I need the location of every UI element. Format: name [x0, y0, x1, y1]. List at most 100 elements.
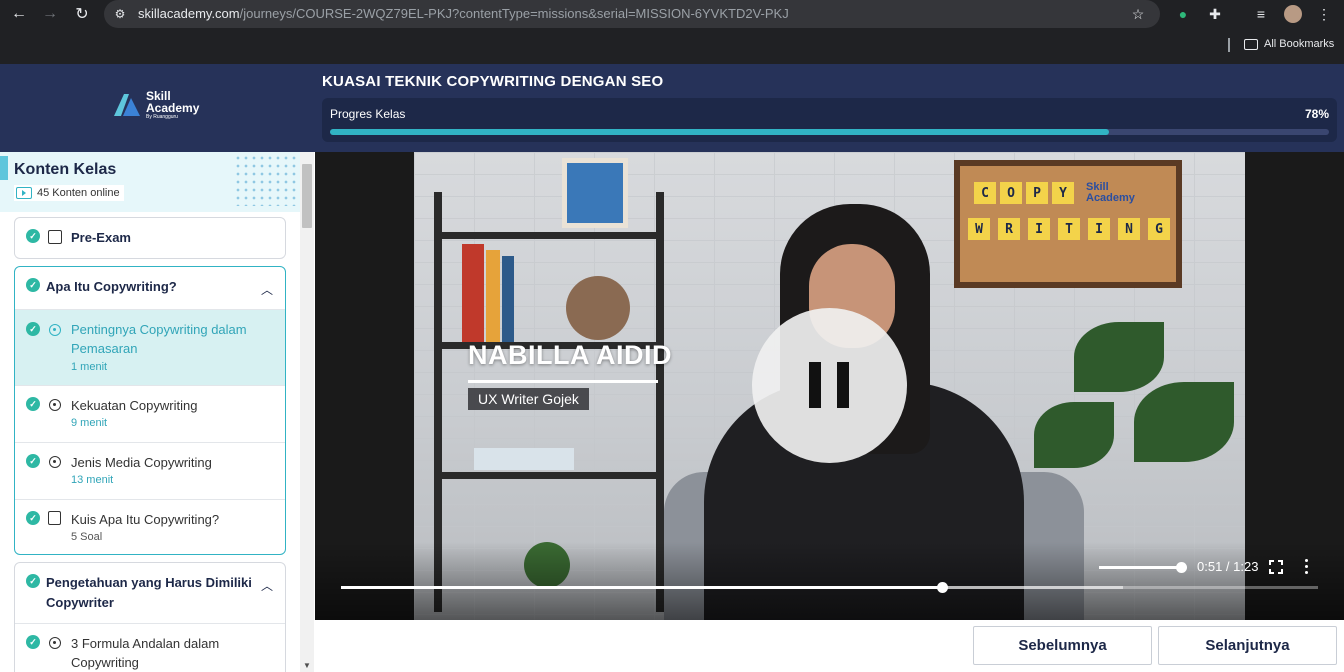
header-accent [0, 156, 8, 180]
play-circle-icon [49, 324, 61, 336]
chevron-up-icon[interactable]: ︿ [261, 281, 273, 297]
previous-button[interactable]: Sebelumnya [973, 626, 1152, 665]
progress-label: Progres Kelas [330, 107, 406, 121]
sticky-note-letter: I [1028, 218, 1050, 240]
browser-menu-icon[interactable]: ⋮ [1314, 4, 1334, 24]
pre-exam-card[interactable]: ✓ Pre-Exam [14, 217, 286, 259]
online-content-count: 45 Konten online [14, 185, 124, 201]
scroll-down-arrow-icon[interactable]: ▼ [303, 661, 311, 670]
skill-academy-logo[interactable]: Skill Academy By Ruangguru [114, 90, 199, 120]
plant-leaf [1074, 322, 1164, 392]
controls-gradient [315, 542, 1344, 620]
class-progress: Progres Kelas 78% [322, 98, 1337, 142]
volume-knob[interactable] [1176, 562, 1187, 573]
section-header[interactable]: ✓ Pengetahuan yang Harus Dimiliki Copywr… [15, 563, 285, 623]
back-arrow-icon[interactable]: ← [9, 4, 29, 24]
extensions-puzzle-icon[interactable]: ✚ [1205, 4, 1225, 24]
site-settings-icon[interactable]: ⚙ [110, 4, 130, 24]
progress-track [330, 129, 1329, 135]
grammarly-extension-icon[interactable]: ● [1173, 4, 1193, 24]
sticky-note-letter: G [1148, 218, 1170, 240]
next-button[interactable]: Selanjutnya [1158, 626, 1337, 665]
play-circle-icon [49, 456, 61, 468]
section-header[interactable]: ✓ Apa Itu Copywriting? ︿ [15, 267, 285, 309]
bookmarks-bar: All Bookmarks [0, 28, 1344, 64]
pause-button[interactable] [752, 308, 907, 463]
completed-check-icon: ✓ [26, 454, 40, 468]
plant-leaf [1034, 402, 1114, 468]
board-logo-line2: Academy [1086, 192, 1135, 204]
completed-check-icon: ✓ [26, 635, 40, 649]
sticky-note-letter: P [1026, 182, 1048, 204]
lesson-title: Pentingnya Copywriting dalam Pemasaran [71, 322, 247, 356]
chevron-up-icon[interactable]: ︿ [261, 577, 273, 593]
quiz-item[interactable]: ✓ Kuis Apa Itu Copywriting? 5 Soal [15, 499, 285, 554]
lesson-duration: 9 menit [71, 417, 108, 429]
progress-percent: 78% [1304, 107, 1329, 121]
sidebar-title: Konten Kelas [14, 161, 117, 178]
fullscreen-icon[interactable] [1269, 560, 1283, 574]
plant-leaf [1134, 382, 1234, 462]
seek-bar[interactable] [341, 582, 1318, 593]
shelf-board [434, 232, 664, 239]
decor-globe [566, 276, 630, 340]
completed-check-icon: ✓ [26, 397, 40, 411]
url-text: skillacademy.com/journeys/COURSE-2WQZ79E… [138, 6, 789, 21]
all-bookmarks-label: All Bookmarks [1264, 38, 1335, 50]
lesson-duration: 13 menit [71, 474, 114, 486]
quiz-question-count: 5 Soal [71, 531, 103, 543]
address-bar[interactable]: ⚙ skillacademy.com/journeys/COURSE-2WQZ7… [104, 0, 1160, 28]
book [486, 250, 500, 342]
more-options-icon[interactable] [1305, 559, 1309, 574]
sticky-note-letter: R [998, 218, 1020, 240]
book [462, 244, 484, 342]
lesson-title: Jenis Media Copywriting [71, 455, 212, 470]
video-player[interactable]: COPY WRITING Skill Academy NABILLA AIDID… [315, 152, 1344, 620]
progress-fill [330, 129, 1110, 135]
pause-icon [809, 362, 821, 408]
course-title: KUASAI TEKNIK COPYWRITING DENGAN SEO [322, 73, 664, 90]
sticky-note-letter: O [1000, 182, 1022, 204]
play-circle-icon [49, 637, 61, 649]
quiz-title: Kuis Apa Itu Copywriting? [71, 512, 220, 527]
logo-line2: Academy [146, 101, 200, 115]
play-circle-icon [49, 399, 61, 411]
seek-played [341, 586, 942, 589]
shelf-board [434, 472, 664, 479]
quiz-document-icon [48, 511, 61, 525]
all-bookmarks-button[interactable]: All Bookmarks [1244, 38, 1334, 50]
book-stack [474, 448, 574, 470]
volume-slider[interactable] [1099, 562, 1187, 573]
sticky-note-letter: W [968, 218, 990, 240]
site-header: Skill Academy By Ruangguru KUASAI TEKNIK… [0, 64, 1344, 152]
bookmarks-separator [1228, 38, 1230, 52]
forward-arrow-icon[interactable]: → [40, 4, 60, 24]
speaker-role-caption: UX Writer Gojek [468, 388, 589, 410]
book [502, 256, 514, 342]
sticky-note-letter: I [1088, 218, 1110, 240]
video-icon [16, 187, 32, 199]
pause-icon [837, 362, 849, 408]
sidebar-scrollbar[interactable]: ▼ [300, 152, 314, 672]
section-apa-itu-copywriting: ✓ Apa Itu Copywriting? ︿ ✓ Pentingnya Co… [14, 266, 286, 555]
scrollbar-thumb[interactable] [302, 164, 312, 228]
sticky-note-letter: C [974, 182, 996, 204]
seek-knob[interactable] [936, 582, 948, 593]
completed-check-icon: ✓ [26, 278, 40, 292]
lesson-item[interactable]: ✓ Jenis Media Copywriting 13 menit [15, 442, 285, 499]
lesson-title: 3 Formula Andalan dalam Copywriting [71, 636, 220, 670]
media-controls-icon[interactable]: ≡ [1251, 4, 1271, 24]
lesson-item[interactable]: ✓ Kekuatan Copywriting 9 menit [15, 385, 285, 442]
lesson-item-current[interactable]: ✓ Pentingnya Copywriting dalam Pemasaran… [15, 309, 285, 385]
completed-check-icon: ✓ [26, 574, 40, 588]
decorative-dots [234, 154, 296, 206]
caption-underline [468, 380, 658, 383]
lesson-item[interactable]: ✓ 3 Formula Andalan dalam Copywriting [15, 623, 285, 672]
bookmark-star-icon[interactable]: ☆ [1128, 4, 1148, 24]
exam-document-icon [48, 230, 62, 244]
profile-avatar-icon[interactable] [1283, 4, 1303, 24]
sticky-note-letter: T [1058, 218, 1080, 240]
speaker-name-caption: NABILLA AIDID [468, 340, 672, 370]
folder-icon [1244, 38, 1258, 50]
reload-icon[interactable]: ↻ [72, 4, 92, 24]
